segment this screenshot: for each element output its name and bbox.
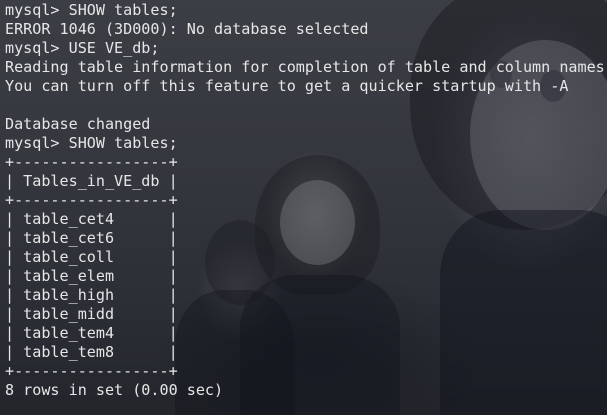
terminal-line-result-summary: 8 rows in set (0.00 sec) [5, 381, 224, 399]
terminal-line-error: ERROR 1046 (3D000): No database selected [5, 20, 369, 38]
table-row: | table_high | [5, 286, 178, 304]
table-border: +-----------------+ [5, 191, 178, 209]
terminal-line-prompt: mysql> SHOW tables; [5, 1, 178, 19]
terminal-line-prompt: mysql> USE VE_db; [5, 39, 160, 57]
terminal-line-output: You can turn off this feature to get a q… [5, 77, 569, 95]
terminal-line-prompt: mysql> SHOW tables; [5, 134, 178, 152]
table-header: | Tables_in_VE_db | [5, 172, 178, 190]
terminal-line-output: Reading table information for completion… [5, 58, 605, 76]
table-border: +-----------------+ [5, 362, 178, 380]
terminal-output[interactable]: mysql> SHOW tables; ERROR 1046 (3D000): … [5, 1, 605, 400]
terminal-line-output: Database changed [5, 115, 151, 133]
table-row: | table_tem4 | [5, 324, 178, 342]
terminal-window[interactable]: mysql> SHOW tables; ERROR 1046 (3D000): … [0, 0, 607, 415]
table-row: | table_tem8 | [5, 343, 178, 361]
table-row: | table_cet6 | [5, 229, 178, 247]
table-row: | table_elem | [5, 267, 178, 285]
table-row: | table_midd | [5, 305, 178, 323]
table-row: | table_coll | [5, 248, 178, 266]
table-border: +-----------------+ [5, 153, 178, 171]
table-row: | table_cet4 | [5, 210, 178, 228]
